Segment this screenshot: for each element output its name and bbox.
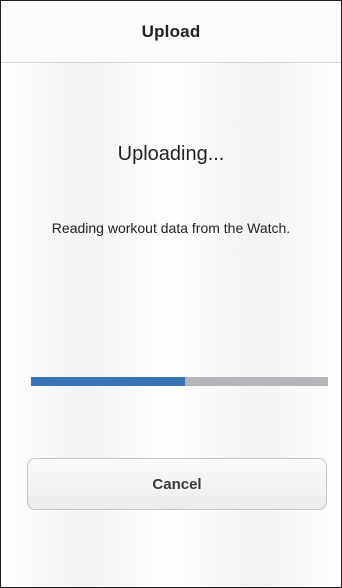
cancel-button-label: Cancel <box>152 475 202 493</box>
upload-screen: Upload Uploading... Reading workout data… <box>0 0 342 588</box>
upload-progress-fill <box>31 377 186 386</box>
page-title: Upload <box>141 21 201 41</box>
upload-progress-bar <box>31 377 328 386</box>
cancel-button[interactable]: Cancel <box>27 458 327 510</box>
nav-bar: Upload <box>1 1 341 63</box>
upload-content: Uploading... Reading workout data from t… <box>1 63 341 587</box>
upload-status-heading: Uploading... <box>117 143 225 165</box>
upload-status-message: Reading workout data from the Watch. <box>51 220 291 236</box>
